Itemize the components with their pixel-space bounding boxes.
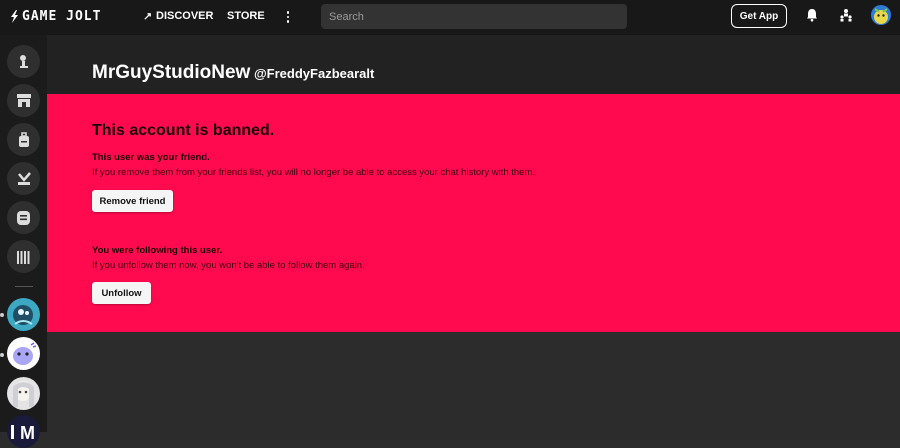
sidebar-item-trophies[interactable] bbox=[7, 162, 40, 195]
trophy-icon bbox=[17, 171, 31, 185]
follow-text: If you unfollow them now, you won't be a… bbox=[92, 260, 365, 271]
bell-icon[interactable] bbox=[806, 8, 818, 27]
community-letter: M bbox=[20, 423, 35, 443]
sidebar-item-store[interactable] bbox=[7, 84, 40, 117]
logo-text: GAME JOLT bbox=[22, 9, 102, 24]
banned-notice: This account is banned. This user was yo… bbox=[47, 94, 900, 332]
lightning-icon bbox=[11, 10, 18, 23]
unfollow-button[interactable]: Unfollow bbox=[92, 282, 151, 304]
sidebar-community-2[interactable] bbox=[7, 337, 40, 370]
user-avatar[interactable] bbox=[871, 5, 891, 25]
sidebar-community-3[interactable] bbox=[7, 377, 40, 410]
chat-icon bbox=[17, 210, 30, 225]
follow-heading: You were following this user. bbox=[92, 245, 223, 256]
gamejolt-logo[interactable]: GAME JOLT bbox=[10, 9, 101, 24]
backpack-icon bbox=[18, 131, 29, 147]
friend-text: If you remove them from your friends lis… bbox=[92, 167, 535, 178]
sidebar-divider bbox=[15, 286, 33, 287]
unread-dot bbox=[0, 313, 4, 317]
search-input[interactable] bbox=[321, 4, 627, 29]
sidebar-item-realms[interactable] bbox=[7, 45, 40, 78]
top-navbar: GAME JOLT DISCOVER STORE Get App bbox=[0, 0, 900, 35]
nav-discover-label: DISCOVER bbox=[156, 10, 214, 22]
sidebar-item-chat[interactable] bbox=[7, 201, 40, 234]
rocket-icon bbox=[144, 12, 151, 20]
more-menu-icon[interactable] bbox=[283, 7, 293, 27]
nav-store[interactable]: STORE bbox=[227, 10, 265, 22]
store-icon bbox=[16, 94, 31, 107]
friend-heading: This user was your friend. bbox=[92, 152, 210, 163]
profile-display-name: MrGuyStudioNew bbox=[92, 62, 251, 83]
nav-discover[interactable]: DISCOVER bbox=[143, 10, 213, 22]
unread-dot bbox=[0, 353, 4, 357]
banned-title: This account is banned. bbox=[92, 122, 275, 139]
remove-friend-button[interactable]: Remove friend bbox=[92, 190, 173, 212]
friends-icon[interactable] bbox=[839, 8, 853, 27]
sidebar-item-library[interactable] bbox=[7, 240, 40, 273]
sidebar-community-1[interactable] bbox=[7, 298, 40, 331]
profile-username[interactable]: @FreddyFazbearalt bbox=[254, 66, 374, 81]
realms-icon bbox=[19, 54, 28, 68]
library-icon bbox=[16, 250, 29, 264]
sidebar: M bbox=[0, 35, 47, 448]
profile-header: MrGuyStudioNew @FreddyFazbearalt bbox=[47, 35, 900, 94]
get-app-button[interactable]: Get App bbox=[731, 4, 787, 28]
sidebar-item-backpack[interactable] bbox=[7, 123, 40, 156]
